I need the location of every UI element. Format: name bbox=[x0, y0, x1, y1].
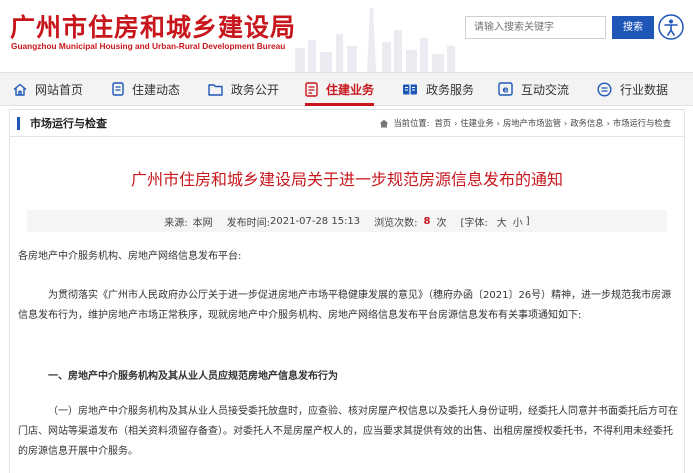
breadcrumb-separator: › bbox=[606, 118, 610, 128]
book-icon bbox=[403, 84, 417, 94]
nav-item-label: 网站首页 bbox=[35, 82, 84, 97]
breadcrumb-link-home[interactable]: 首页 bbox=[434, 117, 451, 129]
section-marker bbox=[17, 117, 20, 130]
article-paragraph: （一）房地产中介服务机构及其从业人员接受委托放盘时，应查验、核对房屋产权信息以及… bbox=[18, 406, 678, 457]
site-header: 广州市住房和城乡建设局 Guangzhou Municipal Housing … bbox=[0, 0, 693, 72]
home-icon bbox=[379, 119, 388, 127]
search-input[interactable] bbox=[465, 16, 606, 39]
breadcrumb-link-gov-info[interactable]: 政务信息 bbox=[570, 117, 603, 129]
main-nav: 网站首页 住建动态 政务公开 住建业务 政务服务 e 互动交流 行业数据 bbox=[0, 72, 693, 106]
nav-item-gov-services[interactable]: 政务服务 bbox=[402, 73, 474, 105]
article-meta: 来源: 本网 发布时间: 2021-07-28 15:13 浏览次数: 8 次 … bbox=[27, 210, 667, 232]
breadcrumb-separator: › bbox=[564, 118, 568, 128]
font-size-close: ] bbox=[525, 215, 530, 227]
nav-item-interaction[interactable]: e 互动交流 bbox=[498, 73, 569, 105]
date-value: 2021-07-28 15:13 bbox=[270, 215, 361, 227]
section-title: 市场运行与检查 bbox=[30, 117, 107, 130]
document-icon bbox=[112, 82, 124, 96]
site-subtitle: Guangzhou Municipal Housing and Urban-Ru… bbox=[11, 41, 286, 51]
nav-item-label: 住建动态 bbox=[132, 82, 181, 97]
nav-item-label: 政务公开 bbox=[231, 82, 280, 97]
source-label: 来源: bbox=[164, 217, 188, 229]
article-title: 广州市住房和城乡建设局关于进一步规范房源信息发布的通知 bbox=[130, 170, 563, 189]
nav-item-label: 互动交流 bbox=[521, 82, 570, 97]
article-paragraph: 为贯彻落实《广州市人民政府办公厅关于进一步促进房地产市场平稳健康发展的意见》（穗… bbox=[18, 290, 672, 321]
nav-item-news[interactable]: 住建动态 bbox=[112, 73, 180, 105]
nav-item-government-affairs[interactable]: 政务公开 bbox=[208, 73, 279, 105]
breadcrumb-separator: › bbox=[496, 118, 500, 128]
nav-item-housing-business[interactable]: 住建业务 bbox=[305, 73, 375, 106]
breadcrumb-link-real-estate-regulation[interactable]: 房地产市场监管 bbox=[503, 117, 561, 129]
breadcrumb-separator: › bbox=[454, 118, 458, 128]
e-icon: e bbox=[498, 82, 513, 96]
breadcrumb: 当前位置: 首页 › 住建业务 › 房地产市场监管 › 政务信息 › 市场运行与… bbox=[379, 117, 671, 129]
site-title[interactable]: 广州市住房和城乡建设局 bbox=[10, 8, 296, 44]
content-panel: 市场运行与检查 当前位置: 首页 › 住建业务 › 房地产市场监管 › 政务信息… bbox=[9, 109, 685, 473]
breadcrumb-link-market-inspection[interactable]: 市场运行与检查 bbox=[613, 117, 671, 129]
business-document-icon bbox=[305, 81, 318, 97]
views-unit: 次 bbox=[436, 217, 447, 229]
city-skyline-image bbox=[295, 8, 455, 72]
views-count: 8 bbox=[423, 215, 431, 227]
svg-text:e: e bbox=[502, 86, 508, 96]
nav-item-label: 住建业务 bbox=[326, 82, 375, 97]
folder-icon bbox=[208, 83, 223, 96]
date-label: 发布时间: bbox=[226, 217, 271, 229]
nav-item-label: 政务服务 bbox=[426, 82, 475, 97]
article-salutation: 各房地产中介服务机构、房地产网络信息发布平台: bbox=[18, 251, 242, 262]
nav-item-label: 行业数据 bbox=[620, 82, 669, 97]
nav-item-industry-data[interactable]: 行业数据 bbox=[597, 73, 668, 105]
home-icon bbox=[13, 83, 27, 96]
article-heading: 一、房地产中介服务机构及其从业人员应规范房地产信息发布行为 bbox=[48, 371, 338, 382]
breadcrumb-prefix: 当前位置: bbox=[393, 118, 430, 128]
source-value: 本网 bbox=[192, 217, 213, 229]
font-small-button[interactable]: 小 bbox=[513, 214, 523, 229]
search-button[interactable]: 搜索 bbox=[612, 16, 654, 39]
accessibility-icon[interactable] bbox=[657, 13, 685, 41]
section-header: 市场运行与检查 当前位置: 首页 › 住建业务 › 房地产市场监管 › 政务信息… bbox=[10, 110, 684, 137]
breadcrumb-link-housing-business[interactable]: 住建业务 bbox=[460, 117, 493, 129]
views-label: 浏览次数: bbox=[374, 217, 418, 229]
font-large-button[interactable]: 大 bbox=[497, 214, 507, 229]
data-icon bbox=[597, 81, 612, 97]
font-size-label: [字体: bbox=[460, 217, 488, 229]
nav-item-home[interactable]: 网站首页 bbox=[13, 73, 83, 105]
